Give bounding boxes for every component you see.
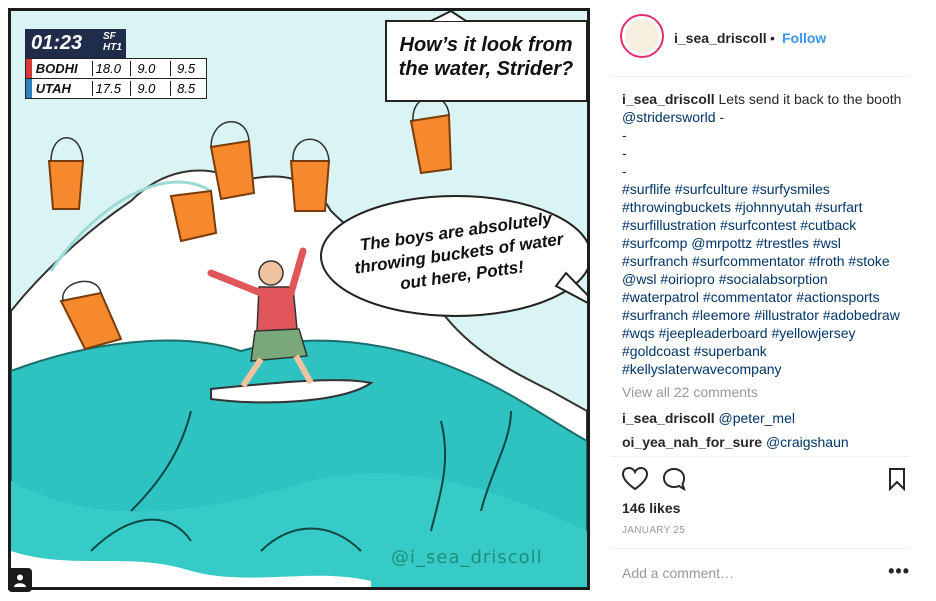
avatar-image: [625, 19, 659, 53]
separator-dot: •: [770, 30, 775, 46]
heart-icon[interactable]: [621, 466, 649, 496]
mention-link[interactable]: @stridersworld: [622, 109, 716, 125]
total-score: 18.0: [91, 61, 131, 76]
post-header: i_sea_driscoll • Follow: [610, 0, 910, 77]
hashtag-line[interactable]: #surfranch #surfcommentator #froth #stok…: [622, 252, 922, 270]
score-row-bodhi: BODHI 18.0 9.0 9.5: [26, 59, 206, 79]
view-all-comments-link[interactable]: View all 22 comments: [622, 384, 758, 400]
clock: 01:23: [25, 29, 99, 58]
score-row-utah: UTAH 17.5 9.0 8.5: [26, 79, 206, 98]
hashtag-line[interactable]: #surfranch #leemore #illustrator #adobed…: [622, 306, 922, 324]
wave-score: 8.5: [170, 81, 206, 96]
post-image-panel: 01:23 SF HT1 BODHI 18.0 9.0 9.5 UTAH 17.…: [0, 0, 600, 600]
comment-text[interactable]: @peter_mel: [719, 410, 795, 426]
hashtag-line[interactable]: #wqs #jeepleaderboard #yellowjersey: [622, 324, 922, 342]
comment-text[interactable]: @craigshaun: [766, 434, 849, 450]
surfer-name: BODHI: [35, 61, 78, 76]
artist-signature: @i_sea_driscoll: [391, 547, 543, 568]
comment-item: oi_yea_nah_for_sure @craigshaun: [622, 434, 849, 450]
follow-button[interactable]: Follow: [782, 30, 826, 46]
heat-label-round: SF: [103, 31, 116, 42]
comment-username[interactable]: oi_yea_nah_for_sure: [622, 434, 762, 450]
avatar[interactable]: [620, 14, 664, 58]
caption-username[interactable]: i_sea_driscoll: [622, 91, 715, 107]
action-bar: [610, 456, 910, 497]
surfer-name: UTAH: [35, 81, 71, 96]
total-score: 17.5: [91, 81, 131, 96]
user-tag-icon[interactable]: [8, 568, 32, 592]
hashtag-line[interactable]: #throwingbuckets #johnnyutah #surfart: [622, 198, 922, 216]
caption-mention-line: @stridersworld -: [622, 108, 922, 126]
hashtag-line[interactable]: #waterpatrol #commentator #actionsports: [622, 288, 922, 306]
caption-text: Lets send it back to the booth: [718, 91, 902, 107]
hashtag-line[interactable]: #goldcoast #superbank: [622, 342, 922, 360]
comment-icon[interactable]: [662, 467, 686, 496]
hashtag-line[interactable]: #surfillustration #surfcontest #cutback: [622, 216, 922, 234]
caption-dash: -: [622, 145, 627, 161]
comic-illustration[interactable]: 01:23 SF HT1 BODHI 18.0 9.0 9.5 UTAH 17.…: [8, 8, 590, 590]
wave-score: 9.0: [130, 61, 170, 76]
wave-score: 9.5: [170, 61, 206, 76]
post-sidebar: i_sea_driscoll • Follow i_sea_driscoll L…: [610, 0, 936, 600]
hashtag-line[interactable]: #surflife #surfculture #surfysmiles: [622, 180, 922, 198]
caption-first-line: i_sea_driscoll Lets send it back to the …: [622, 90, 922, 108]
hashtag-line[interactable]: #kellyslaterwavecompany: [622, 360, 922, 378]
caption: i_sea_driscoll Lets send it back to the …: [622, 90, 922, 378]
likes-count[interactable]: 146 likes: [622, 500, 680, 516]
heat-label-heat: HT1: [103, 42, 122, 53]
heat-label: SF HT1: [99, 29, 126, 58]
more-icon[interactable]: •••: [888, 561, 910, 582]
comment-item: i_sea_driscoll @peter_mel: [622, 410, 795, 426]
comment-username[interactable]: i_sea_driscoll: [622, 410, 715, 426]
wave-score: 9.0: [130, 81, 170, 96]
hashtag-line[interactable]: @wsl #oiriopro #socialabsorption: [622, 270, 922, 288]
hashtag-line[interactable]: #surfcomp @mrpottz #trestles #wsl: [622, 234, 922, 252]
score-rows: BODHI 18.0 9.0 9.5 UTAH 17.5 9.0 8.5: [25, 58, 207, 99]
speech-line: the water, Strider?: [398, 58, 574, 80]
speech-bubble-top: How’s it look from the water, Strider?: [385, 33, 587, 81]
post-date: JANUARY 25: [622, 525, 686, 536]
bookmark-icon[interactable]: [888, 467, 906, 496]
username-link[interactable]: i_sea_driscoll: [674, 30, 767, 46]
add-comment-input[interactable]: Add a comment…: [622, 565, 734, 581]
add-comment-bar: Add a comment… •••: [610, 548, 910, 601]
caption-dash: -: [622, 163, 627, 179]
caption-dash: -: [622, 127, 627, 143]
caption-dash: -: [715, 109, 725, 125]
scoreboard: 01:23 SF HT1 BODHI 18.0 9.0 9.5 UTAH 17.…: [25, 29, 207, 99]
speech-line: How’s it look from: [399, 34, 573, 56]
